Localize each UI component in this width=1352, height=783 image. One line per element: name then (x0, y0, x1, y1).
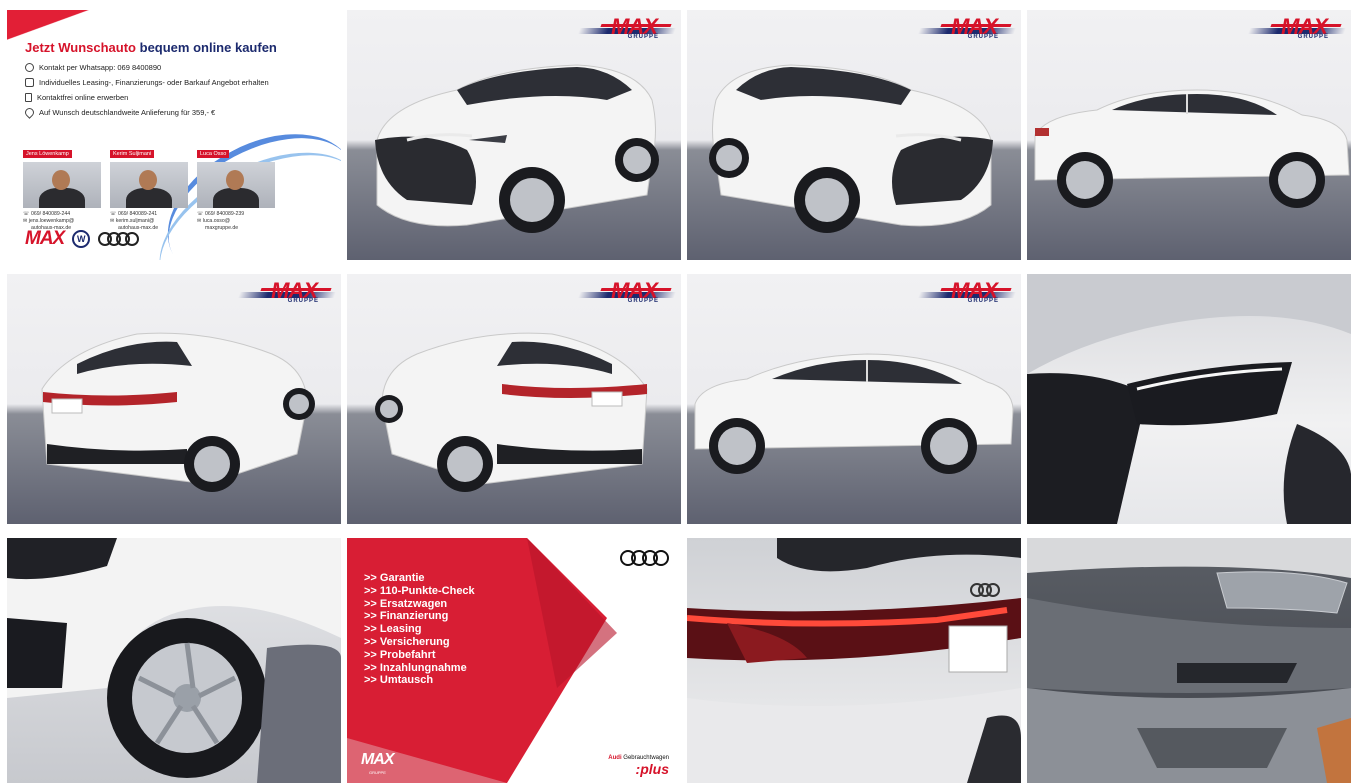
promo-line: Individuelles Leasing-, Finanzierungs- o… (25, 75, 269, 90)
service-item: >> Finanzierung (364, 610, 449, 623)
contact-name: Luca Osso (197, 150, 230, 158)
gallery-image-rear-right[interactable]: MAX GRUPPE (347, 274, 681, 524)
max-logo: MAX (361, 751, 395, 768)
gallery-image-door-interior[interactable] (1027, 538, 1351, 783)
service-item: >> Garantie (364, 572, 425, 584)
contact-card: Kerim Suljimani ☏ 069/ 840089-241 ✉ keri… (110, 142, 188, 232)
door-interior-photo (1027, 538, 1351, 783)
service-item: >> Ersatzwagen (364, 597, 448, 610)
gallery-image-wheel-detail[interactable] (7, 538, 341, 783)
max-gruppe-watermark: MAX GRUPPE (577, 14, 677, 44)
gallery-image-taillight-detail[interactable] (687, 538, 1021, 783)
wheel-detail-photo (7, 538, 341, 783)
gallery-image-side-left[interactable]: MAX GRUPPE (687, 274, 1021, 524)
service-item: >> Umtausch (364, 674, 434, 687)
audi-rings-icon (620, 550, 669, 566)
plus-label: :plus (635, 761, 669, 777)
contact-name: Jens Löwenkamp (23, 150, 72, 158)
contact-photo (110, 162, 188, 208)
phone-icon (25, 93, 32, 102)
location-pin-icon (23, 106, 36, 119)
max-logo-subtitle: GRUPPE (369, 770, 386, 775)
gallery-image-headlight-detail[interactable] (1027, 274, 1351, 524)
contact-photo (23, 162, 101, 208)
max-gruppe-watermark: MAX GRUPPE (237, 278, 337, 308)
photo-gallery: Jetzt Wunschauto bequem online kaufen Ko… (7, 10, 1351, 783)
contact-details: ☏ 069/ 840089-239 ✉ luca.osso@ maxgruppe… (197, 211, 245, 231)
max-gruppe-watermark: MAX GRUPPE (1247, 14, 1347, 44)
contact-name: Kerim Suljimani (110, 150, 155, 158)
max-gruppe-watermark: MAX GRUPPE (577, 278, 677, 308)
services-list: >> Garantie >> 110-Punkte-Check >> Ersat… (364, 572, 475, 687)
gallery-image-front-right[interactable]: MAX GRUPPE (687, 10, 1021, 260)
offer-icon (25, 78, 34, 87)
service-item: >> Versicherung (364, 635, 450, 648)
gallery-image-front-left[interactable]: MAX GRUPPE (347, 10, 681, 260)
car-photo-side-left (694, 353, 1014, 474)
car-photo-front-right (709, 64, 993, 233)
service-item: >> Inzahlungnahme (364, 661, 467, 674)
promo-headline: Jetzt Wunschauto bequem online kaufen (25, 40, 277, 55)
promo-feature-list: Kontakt per Whatsapp: 069 8400890 Indivi… (23, 60, 269, 120)
car-photo-rear-left (41, 332, 315, 492)
gallery-image-side-right[interactable]: MAX GRUPPE (1027, 10, 1351, 260)
vw-logo-icon: W (72, 230, 91, 248)
service-item: >> Leasing (364, 623, 422, 636)
promo-line: Kontaktfrei online erwerben (25, 90, 269, 105)
gallery-image-promo[interactable]: Jetzt Wunschauto bequem online kaufen Ko… (7, 10, 341, 260)
audi-rings-icon (98, 232, 140, 246)
max-gruppe-watermark: MAX GRUPPE (917, 278, 1017, 308)
max-logo: MAX (25, 228, 65, 249)
gallery-image-services[interactable]: >> Garantie >> 110-Punkte-Check >> Ersat… (347, 538, 681, 783)
car-photo-rear-right (375, 332, 648, 492)
service-item: >> 110-Punkte-Check (364, 584, 475, 597)
taillight-detail-photo (687, 538, 1021, 783)
headlight-detail-photo (1027, 274, 1351, 524)
promo-line: Auf Wunsch deutschlandweite Anlieferung … (23, 105, 269, 120)
car-photo-front-left (375, 64, 659, 233)
promo-line: Kontakt per Whatsapp: 069 8400890 (25, 60, 269, 75)
contact-persons: Jens Löwenkamp ☏ 069/ 840089-244 ✉ jens.… (23, 142, 275, 232)
brand-logos: MAX W (25, 228, 140, 250)
service-item: >> Probefahrt (364, 648, 436, 661)
whatsapp-icon (25, 63, 34, 72)
max-gruppe-watermark: MAX GRUPPE (917, 14, 1017, 44)
contact-photo (197, 162, 275, 208)
contact-card: Jens Löwenkamp ☏ 069/ 840089-244 ✉ jens.… (23, 142, 101, 232)
car-photo-side-right (1034, 89, 1350, 208)
gallery-image-rear-left[interactable]: MAX GRUPPE (7, 274, 341, 524)
contact-card: Luca Osso ☏ 069/ 840089-239 ✉ luca.osso@… (197, 142, 275, 232)
